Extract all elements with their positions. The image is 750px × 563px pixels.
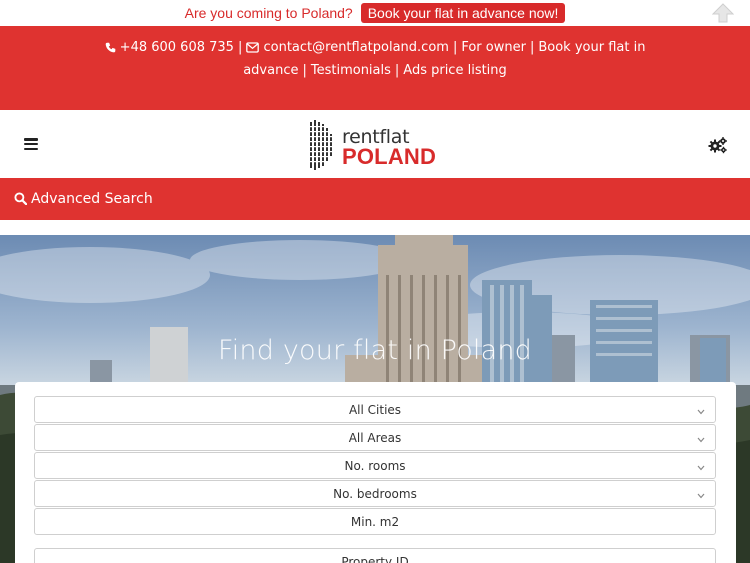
separator: |	[302, 63, 307, 78]
logo[interactable]: rentflat POLAND	[308, 118, 448, 172]
area-select[interactable]: All Areas	[34, 424, 716, 451]
promo-text: Are you coming to Poland?	[184, 5, 353, 21]
search-form: All Cities All Areas No. rooms No. bedro…	[15, 382, 736, 563]
min-m2-input[interactable]: Min. m2	[34, 508, 716, 535]
chevron-down-icon	[697, 437, 705, 443]
logo-building-icon	[308, 120, 338, 170]
separator: |	[529, 40, 535, 55]
ads-price-listing-link[interactable]: Ads price listing	[403, 63, 507, 78]
area-select-value: All Areas	[348, 431, 402, 445]
chevron-down-icon	[697, 409, 705, 415]
property-id-input[interactable]: Property ID	[34, 548, 716, 563]
separator: |	[237, 40, 243, 55]
city-select[interactable]: All Cities	[34, 396, 716, 423]
bedrooms-select-value: No. bedrooms	[333, 487, 417, 501]
phone-link[interactable]: +48 600 608 735	[120, 40, 234, 55]
bedrooms-select[interactable]: No. bedrooms	[34, 480, 716, 507]
promo-bar: Are you coming to Poland? Book your flat…	[0, 0, 750, 26]
for-owner-link[interactable]: For owner	[461, 40, 526, 55]
city-select-value: All Cities	[348, 403, 402, 417]
contact-bar: +48 600 608 735 | contact@rentflatpoland.…	[0, 26, 750, 110]
scroll-top-icon[interactable]	[712, 3, 734, 23]
book-now-button[interactable]: Book your flat in advance now!	[360, 3, 566, 23]
testimonials-link[interactable]: Testimonials	[311, 63, 391, 78]
phone-icon	[105, 39, 116, 60]
advanced-search-toggle[interactable]: Advanced Search	[0, 178, 750, 220]
menu-icon[interactable]	[24, 138, 38, 151]
email-link[interactable]: contact@rentflatpoland.com	[263, 40, 448, 55]
advanced-search-label: Advanced Search	[31, 191, 153, 207]
hero-title: Find your flat in Poland	[217, 335, 533, 366]
site-header: rentflat POLAND	[0, 110, 750, 178]
settings-icon[interactable]	[708, 136, 728, 154]
min-m2-placeholder: Min. m2	[350, 515, 400, 529]
envelope-icon	[246, 39, 260, 60]
logo-text-bottom: POLAND	[342, 144, 437, 169]
chevron-down-icon	[697, 465, 705, 471]
rooms-select[interactable]: No. rooms	[34, 452, 716, 479]
chevron-down-icon	[697, 493, 705, 499]
separator: |	[452, 40, 458, 55]
separator: |	[394, 63, 400, 78]
property-id-placeholder: Property ID	[341, 555, 409, 563]
rooms-select-value: No. rooms	[344, 459, 406, 473]
search-icon	[14, 192, 28, 206]
